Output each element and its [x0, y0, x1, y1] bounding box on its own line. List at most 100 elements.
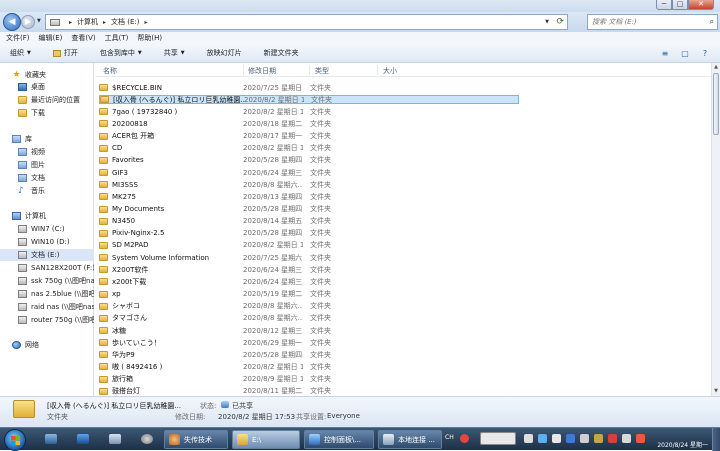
flag-icon[interactable] — [580, 434, 589, 443]
nav-network[interactable]: 网络 — [0, 339, 94, 351]
vertical-scrollbar[interactable]: ▲ ▼ — [711, 63, 720, 396]
taskbar-monitor-icon[interactable] — [104, 431, 126, 448]
show-desktop-button[interactable] — [712, 428, 720, 451]
nav-libraries[interactable]: 库 — [0, 133, 94, 145]
nav-network-drive-router[interactable]: router 750g (\\图吧 — [0, 314, 94, 326]
taskbar-task-explorer[interactable]: E:\ — [232, 430, 300, 449]
nav-music[interactable]: ♪ 音乐 — [0, 185, 94, 197]
breadcrumb-separator-icon[interactable]: ▸ — [69, 19, 72, 26]
taskbar-clock[interactable]: 2020/8/24 星期一 — [657, 440, 708, 449]
file-row[interactable]: 华为P9 2020/5/28 星期四... 文件夹 — [99, 350, 519, 359]
menu-tools[interactable]: 工具(T) — [105, 33, 129, 43]
nav-drive-d[interactable]: WIN10 (D:) — [0, 236, 94, 248]
file-row[interactable]: Favorites 2020/5/28 星期四... 文件夹 — [99, 156, 519, 165]
refresh-icon[interactable]: ⟳ — [556, 15, 564, 29]
file-row[interactable]: MK275 2020/8/13 星期四... 文件夹 — [99, 192, 519, 201]
nav-network-drive-nas[interactable]: nas 2.5blue (\\图吧 — [0, 288, 94, 300]
nav-network-drive-raid[interactable]: raid nas (\\图吧nas — [0, 301, 94, 313]
preview-pane-icon[interactable]: ▢ — [678, 47, 692, 59]
recent-pages-dropdown-icon[interactable]: ▼ — [37, 18, 41, 24]
scroll-up-icon[interactable]: ▲ — [712, 63, 720, 72]
file-row[interactable]: 冰糖 2020/8/12 星期三... 文件夹 — [99, 326, 519, 335]
column-divider[interactable] — [377, 65, 378, 75]
input-method-bar[interactable] — [480, 432, 516, 445]
address-dropdown-icon[interactable]: ▼ — [545, 15, 549, 29]
close-button[interactable]: ✕ — [688, 0, 714, 10]
network-icon[interactable] — [538, 434, 547, 443]
input-method-indicator[interactable]: CH — [445, 434, 454, 441]
file-row[interactable]: System Volume Information 2020/7/25 星期六..… — [99, 253, 519, 262]
nav-computer[interactable]: 计算机 — [0, 210, 94, 222]
column-divider[interactable] — [243, 65, 244, 75]
address-bar[interactable]: ▸ 计算机 ▸ 文档 (E:) ▸ ▼ ⟳ — [45, 14, 568, 30]
column-divider[interactable] — [309, 65, 310, 75]
share-button[interactable]: 共享 ▼ — [164, 48, 185, 58]
nav-drive-c[interactable]: WIN7 (C:) — [0, 223, 94, 235]
column-size[interactable]: 大小 — [383, 66, 397, 76]
file-row[interactable]: SD M2PAD 2020/8/2 星期日 1... 文件夹 — [99, 241, 519, 250]
nav-pictures[interactable]: 图片 — [0, 159, 94, 171]
slideshow-button[interactable]: 放映幻灯片 — [207, 48, 242, 58]
minimize-button[interactable]: ─ — [656, 0, 672, 10]
taskbar-task-chrome[interactable]: 失传技术 — [164, 430, 228, 449]
forward-button[interactable]: ▶ — [21, 15, 35, 29]
volume-icon[interactable] — [622, 434, 631, 443]
app-tray-icon[interactable] — [594, 434, 603, 443]
usb-icon[interactable] — [552, 434, 561, 443]
file-row[interactable]: シャボコ 2020/8/8 星期六... 文件夹 — [99, 302, 519, 311]
nav-documents[interactable]: 文档 — [0, 172, 94, 184]
taskbar-task-control-panel[interactable]: 控制面板\... — [304, 430, 374, 449]
menu-view[interactable]: 查看(V) — [71, 33, 95, 43]
nav-network-drive-ssk[interactable]: ssk 750g (\\图吧nas — [0, 275, 94, 287]
file-row[interactable]: 7gao ( 19732840 ) 2020/8/2 星期日 1... 文件夹 — [99, 107, 519, 116]
maximize-button[interactable]: □ — [672, 0, 688, 10]
file-row[interactable]: MI3SSS 2020/8/8 星期六... 文件夹 — [99, 180, 519, 189]
breadcrumb-separator-icon[interactable]: ▸ — [103, 19, 106, 26]
file-row[interactable]: ACER包 开箱 2020/8/17 星期一... 文件夹 — [99, 132, 519, 141]
file-row[interactable]: 鼓搭台灯 2020/8/11 星期二... 文件夹 — [99, 387, 519, 396]
file-row[interactable]: x200t下载 2020/6/24 星期三... 文件夹 — [99, 277, 519, 286]
nav-drive-f[interactable]: SAN128X200T (F:) — [0, 262, 94, 274]
search-icon[interactable]: ⌕ — [710, 15, 714, 29]
title-bar[interactable]: ─ □ ✕ — [0, 0, 720, 12]
column-name[interactable]: 名称 — [103, 66, 117, 76]
file-row[interactable]: $RECYCLE.BIN 2020/7/25 星期日... 文件夹 — [99, 83, 519, 92]
taskbar-desktop-icon[interactable] — [72, 431, 94, 448]
breadcrumb-computer[interactable]: 计算机 — [77, 17, 98, 27]
open-button[interactable]: 打开 — [52, 48, 78, 58]
file-row[interactable]: 20200818 2020/8/18 星期二... 文件夹 — [99, 119, 519, 128]
file-row[interactable]: [収入骨 (へるんぐ)] 私立ロリ巨乳幼稚園...2020/8/2 星期日 1.… — [99, 95, 519, 105]
menu-help[interactable]: 帮助(H) — [137, 33, 162, 43]
organize-button[interactable]: 组织 ▼ — [10, 48, 31, 58]
scroll-down-icon[interactable]: ▼ — [712, 387, 720, 396]
menu-edit[interactable]: 编辑(E) — [39, 33, 63, 43]
breadcrumb-separator-icon[interactable]: ▸ — [145, 19, 148, 26]
nav-downloads[interactable]: 下载 — [0, 107, 94, 119]
taskbar-media-icon[interactable] — [40, 431, 62, 448]
file-row[interactable]: N3450 2020/8/14 星期五... 文件夹 — [99, 217, 519, 226]
breadcrumb-drive-e[interactable]: 文档 (E:) — [111, 17, 139, 27]
nav-favorites[interactable]: ★ 收藏夹 — [0, 69, 94, 81]
search-input[interactable]: 搜索 文档 (E:) ⌕ — [587, 14, 718, 30]
nav-drive-e[interactable]: 文档 (E:) — [0, 249, 94, 261]
file-row[interactable]: Pixiv-Nginx-2.5 2020/5/28 星期四... 文件夹 — [99, 229, 519, 238]
change-view-icon[interactable]: ≡ — [658, 47, 672, 59]
nav-recent-places[interactable]: 最近访问的位置 — [0, 94, 94, 106]
app-tray-icon[interactable] — [608, 434, 617, 443]
file-row[interactable]: GIF3 2020/6/24 星期三... 文件夹 — [99, 168, 519, 177]
bluetooth-icon[interactable] — [566, 434, 575, 443]
back-button[interactable]: ◀ — [3, 13, 21, 31]
file-row[interactable]: 旅行箱 2020/8/9 星期日 1... 文件夹 — [99, 375, 519, 384]
nav-videos[interactable]: 视频 — [0, 146, 94, 158]
file-row[interactable]: CD 2020/8/2 星期日 1... 文件夹 — [99, 144, 519, 153]
app-tray-icon[interactable] — [636, 434, 645, 443]
menu-file[interactable]: 文件(F) — [6, 33, 30, 43]
taskbar-task-network[interactable]: 本地连接 ... — [378, 430, 442, 449]
new-folder-button[interactable]: 新建文件夹 — [264, 48, 299, 58]
start-button[interactable] — [4, 429, 26, 451]
file-row[interactable]: My Documents 2020/5/28 星期四... 文件夹 — [99, 205, 519, 214]
scroll-thumb[interactable] — [713, 73, 719, 135]
include-in-library-button[interactable]: 包含到库中 ▼ — [100, 48, 142, 58]
keyboard-icon[interactable] — [524, 434, 533, 443]
column-type[interactable]: 类型 — [315, 66, 329, 76]
